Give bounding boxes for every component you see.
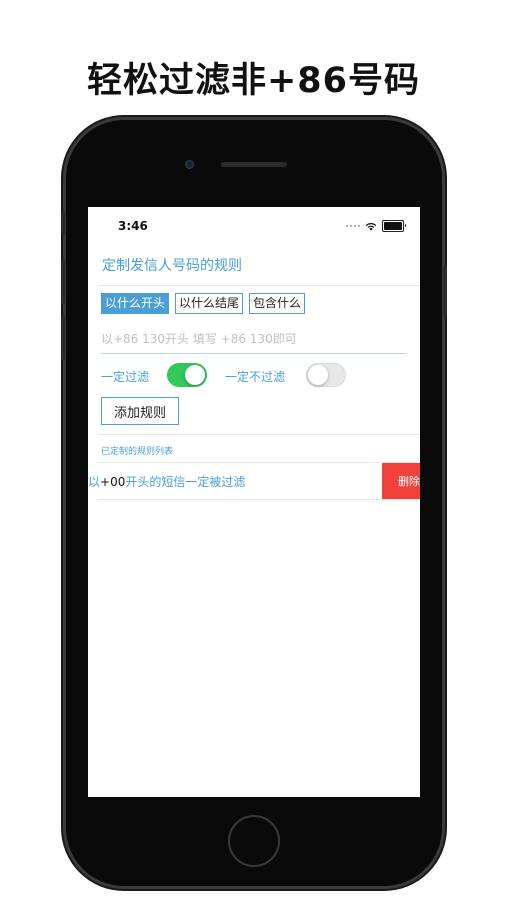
- toggle-knob: [308, 365, 328, 385]
- list-divider: [98, 434, 420, 435]
- rule-type-contains[interactable]: 包含什么: [249, 293, 306, 314]
- page-title: 定制发信人号码的规则: [102, 258, 242, 274]
- phone-screen: 3:46 定制发信人号码的规则 以什么开头 以什么结尾 包含什么 一定过滤: [88, 207, 420, 797]
- toggle-knob: [185, 365, 205, 385]
- volume-up-button: [61, 260, 65, 304]
- no-filter-toggle-switch[interactable]: [306, 363, 346, 387]
- promo-headline: 轻松过滤非+86号码: [86, 61, 421, 101]
- wifi-icon: [365, 222, 377, 231]
- rule-number: +00: [100, 475, 126, 489]
- mute-switch: [61, 212, 65, 234]
- phone-frame: 3:46 定制发信人号码的规则 以什么开头 以什么结尾 包含什么 一定过滤: [61, 120, 447, 886]
- title-divider: [98, 285, 420, 286]
- filter-toggle-row: 一定过滤 一定不过滤: [101, 363, 411, 389]
- home-button: [228, 815, 280, 867]
- earpiece-speaker: [221, 162, 287, 167]
- rule-list-item[interactable]: 码以+00开头的短信一定被过滤 删除: [88, 463, 420, 499]
- signal-icon: [345, 224, 360, 228]
- add-rule-button[interactable]: 添加规则: [101, 397, 179, 425]
- filter-toggle-label: 一定过滤: [101, 370, 150, 384]
- rule-prefix: 码以: [88, 475, 101, 489]
- status-icons: [345, 220, 406, 232]
- status-bar: 3:46: [88, 207, 420, 241]
- rule-suffix: 开头的短信一定被过滤: [125, 475, 246, 489]
- status-time: 3:46: [118, 219, 148, 233]
- rule-description: 码以+00开头的短信一定被过滤: [88, 473, 245, 490]
- delete-rule-button[interactable]: 删除: [382, 463, 420, 499]
- rule-row-divider: [98, 499, 420, 500]
- rule-type-ends-with[interactable]: 以什么结尾: [175, 293, 244, 314]
- rule-type-selector: 以什么开头 以什么结尾 包含什么: [101, 293, 306, 314]
- rule-list-header: 已定制的规则列表: [101, 447, 174, 457]
- power-button: [443, 265, 447, 317]
- volume-down-button: [61, 316, 65, 360]
- front-camera: [185, 160, 194, 169]
- number-input[interactable]: [101, 325, 407, 354]
- filter-toggle-switch[interactable]: [167, 363, 207, 387]
- rule-type-starts-with[interactable]: 以什么开头: [101, 293, 170, 314]
- no-filter-toggle-label: 一定不过滤: [225, 370, 286, 384]
- battery-icon: [382, 220, 406, 232]
